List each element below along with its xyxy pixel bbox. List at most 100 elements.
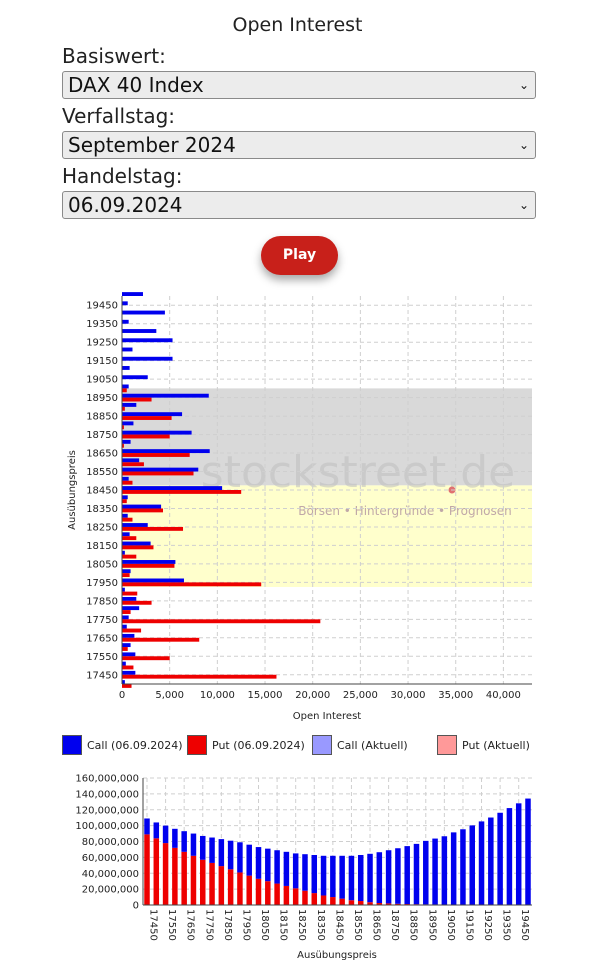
call-bar	[413, 843, 420, 905]
call-bar	[122, 301, 128, 306]
call-bar	[162, 825, 169, 844]
put-bar	[122, 388, 127, 393]
call-bar	[122, 495, 128, 500]
legend-label: Call (Aktuell)	[337, 739, 408, 752]
call-bar	[122, 513, 128, 518]
put-bar	[292, 888, 299, 905]
call-bar	[515, 803, 522, 905]
expiry-select[interactable]: September 2024 ⌄	[62, 131, 536, 159]
call-bar	[478, 821, 485, 905]
put-bar	[122, 480, 133, 485]
call-bar	[255, 847, 262, 879]
x-tick-label: 18850	[408, 909, 419, 941]
underlying-label: Basiswert:	[62, 44, 166, 68]
call-bar	[357, 854, 364, 902]
tradeday-select[interactable]: 06.09.2024 ⌄	[62, 191, 536, 219]
x-tick-label: 18750	[389, 909, 400, 941]
call-bar	[122, 661, 126, 666]
put-bar	[122, 591, 138, 596]
put-bar	[122, 656, 170, 661]
y-tick-label: 19450	[86, 301, 118, 312]
y-tick-label: 100,000,000	[75, 821, 139, 832]
call-bar	[122, 643, 131, 648]
put-bar	[122, 471, 194, 476]
put-bar	[122, 453, 190, 457]
legend-swatch	[312, 735, 332, 755]
y-tick-label: 18650	[86, 449, 118, 460]
y-tick-label: 20,000,000	[82, 885, 139, 896]
x-tick-label: 40,000	[486, 690, 521, 701]
page-title: Open Interest	[232, 14, 363, 36]
call-bar	[292, 853, 299, 889]
tradeday-select-value: 06.09.2024	[68, 193, 183, 217]
call-bar	[302, 854, 308, 891]
call-bar	[122, 421, 134, 426]
x-tick-label: 19150	[463, 909, 474, 941]
call-bar	[122, 310, 165, 315]
x-tick-label: 18050	[259, 909, 270, 941]
call-bar	[330, 855, 336, 898]
put-bar	[122, 563, 175, 568]
chevron-down-icon: ⌄	[518, 78, 529, 92]
open-interest-chart: stockstreet.deBörsen • Hintergründe • Pr…	[67, 292, 532, 722]
put-bar	[122, 573, 130, 578]
y-tick-label: 18150	[86, 541, 118, 552]
put-bar	[122, 582, 262, 587]
legend-swatch	[437, 735, 457, 755]
put-bar	[209, 862, 215, 905]
x-tick-label: 18250	[296, 909, 307, 941]
put-bar	[162, 843, 169, 905]
x-tick-label: 15,000	[248, 690, 283, 701]
call-bar	[367, 853, 373, 903]
put-bar	[348, 900, 355, 905]
underlying-select[interactable]: DAX 40 Index ⌄	[62, 71, 536, 99]
call-bar	[122, 402, 137, 407]
call-bar	[122, 292, 143, 296]
watermark-tagline: Börsen • Hintergründe • Prognosen	[298, 504, 512, 518]
call-bar	[385, 850, 392, 904]
call-bar	[246, 844, 252, 876]
x-tick-label: 17550	[166, 909, 177, 941]
x-tick-label: 19450	[519, 909, 530, 941]
y-tick-label: 18250	[86, 522, 118, 533]
legend-label: Put (06.09.2024)	[212, 739, 305, 752]
x-tick-label: 25,000	[343, 690, 378, 701]
call-bar	[122, 606, 140, 611]
call-bar	[432, 838, 438, 905]
call-bar	[469, 825, 475, 905]
put-bar	[302, 890, 308, 905]
put-bar	[227, 869, 234, 905]
put-bar	[122, 665, 134, 670]
put-bar	[255, 878, 262, 905]
call-bar	[122, 329, 157, 333]
put-bar	[283, 885, 290, 905]
call-bar	[122, 670, 136, 675]
y-tick-label: 19350	[86, 319, 118, 330]
put-bar	[122, 628, 142, 633]
legend-swatch	[62, 735, 82, 755]
put-bar	[339, 898, 345, 905]
y-tick-label: 80,000,000	[82, 837, 139, 848]
call-bar	[122, 652, 136, 657]
x-tick-label: 30,000	[391, 690, 426, 701]
put-bar	[320, 895, 327, 905]
put-bar	[122, 434, 170, 439]
y-tick-label: 18050	[86, 559, 118, 570]
call-bar	[122, 319, 129, 324]
put-bar	[122, 397, 152, 402]
put-bar	[122, 637, 200, 642]
call-bar	[200, 835, 206, 860]
x-tick-label: 19250	[482, 909, 493, 941]
x-tick-label: 17750	[203, 909, 214, 941]
x-tick-label: 35,000	[438, 690, 473, 701]
y-axis-title: Ausübungspreis	[67, 450, 78, 530]
put-bar	[122, 536, 137, 541]
expiry-select-value: September 2024	[68, 133, 236, 157]
put-bar	[311, 893, 318, 905]
put-bar	[122, 545, 154, 550]
x-axis-title: Open Interest	[293, 711, 362, 722]
call-bar	[122, 476, 129, 481]
call-bar	[122, 412, 183, 417]
play-button[interactable]: Play	[261, 236, 338, 275]
x-tick-label: 20,000	[295, 690, 330, 701]
